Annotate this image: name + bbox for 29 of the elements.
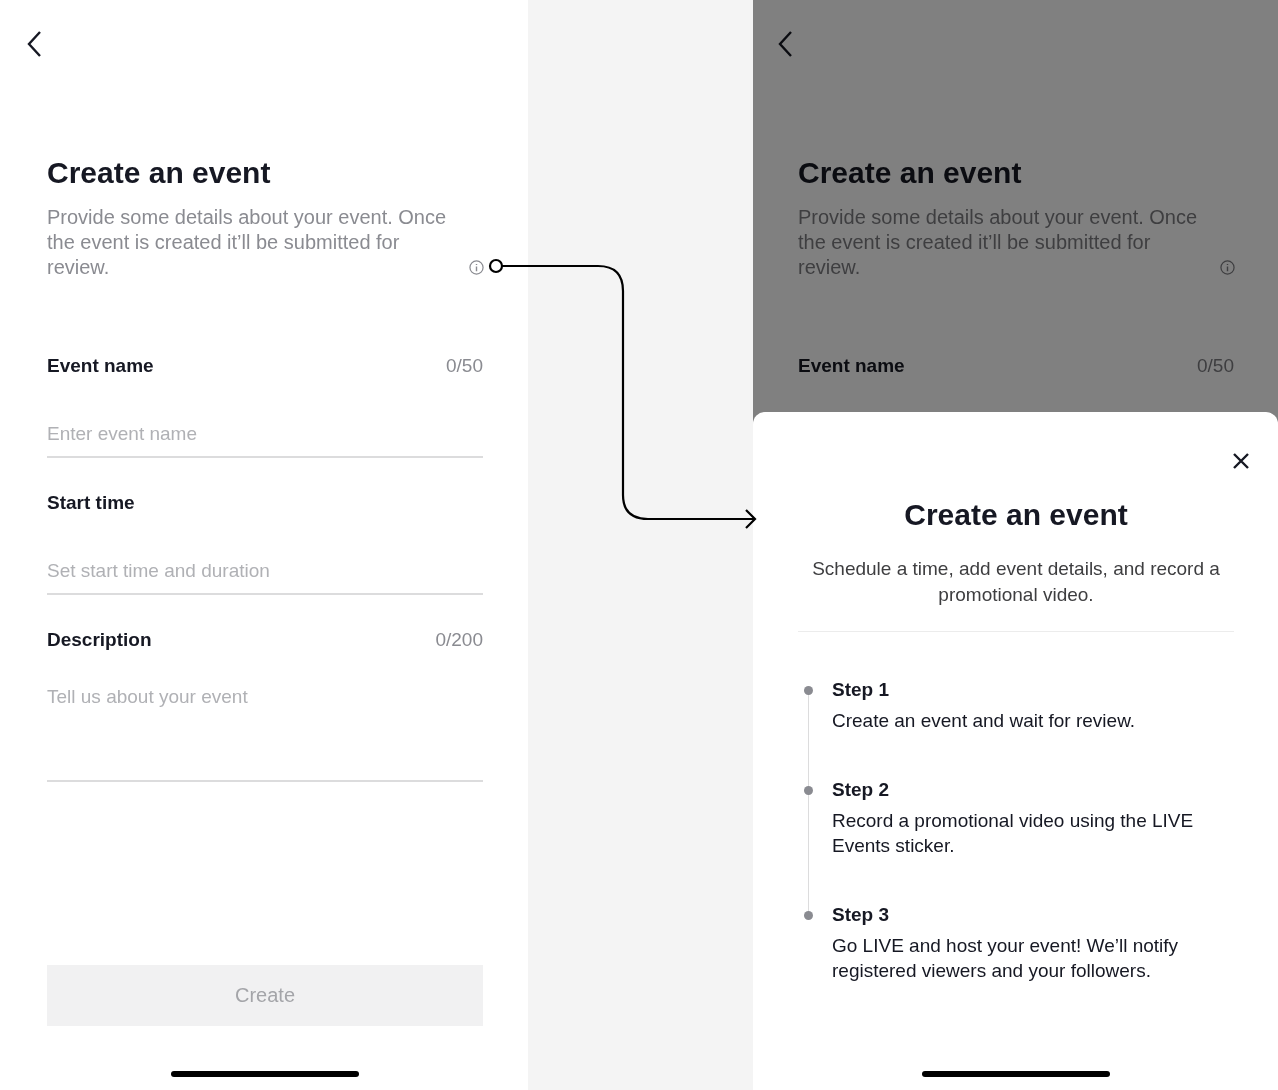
step-dot bbox=[804, 786, 813, 795]
back-icon[interactable] bbox=[26, 30, 42, 58]
page-title: Create an event bbox=[798, 155, 1023, 191]
step-title: Step 2 bbox=[832, 778, 891, 802]
page-title: Create an event bbox=[47, 155, 272, 191]
text-area[interactable]: Tell us about your event bbox=[47, 652, 483, 782]
close-icon[interactable] bbox=[1232, 452, 1250, 470]
step-text: Create an event and wait for review. bbox=[832, 709, 1137, 733]
info-icon[interactable] bbox=[469, 260, 484, 275]
character-counter: 0/50 bbox=[446, 354, 483, 378]
page-description: Provide some details about your event. Once the event is created it’ll be submitted for review. bbox=[798, 205, 1199, 280]
field-label: Start time bbox=[47, 491, 135, 515]
step-title: Step 1 bbox=[832, 678, 891, 702]
info-icon[interactable] bbox=[1220, 260, 1235, 275]
page-description: Provide some details about your event. Once the event is created it’ll be submitted for review. bbox=[47, 205, 448, 280]
sheet-description: Schedule a time, add event details, and record a promotional video. bbox=[798, 556, 1234, 632]
field-label: Event name bbox=[798, 354, 905, 378]
sheet-title: Create an event bbox=[903, 497, 1129, 533]
step-dot bbox=[804, 911, 813, 920]
character-counter: 0/200 bbox=[435, 628, 483, 652]
field-label: Event name bbox=[47, 354, 154, 378]
input-field[interactable]: Enter event name bbox=[47, 378, 483, 458]
character-counter: 0/50 bbox=[1197, 354, 1234, 378]
step-text: Record a promotional video using the LIVE Events sticker. bbox=[832, 809, 1195, 858]
step-text: Go LIVE and host your event! We’ll notify registered viewers and your followers. bbox=[832, 934, 1180, 983]
field-label: Description bbox=[47, 628, 152, 652]
input-field[interactable]: Set start time and duration bbox=[47, 515, 483, 595]
step-dot bbox=[804, 686, 813, 695]
step-title: Step 3 bbox=[832, 903, 891, 927]
